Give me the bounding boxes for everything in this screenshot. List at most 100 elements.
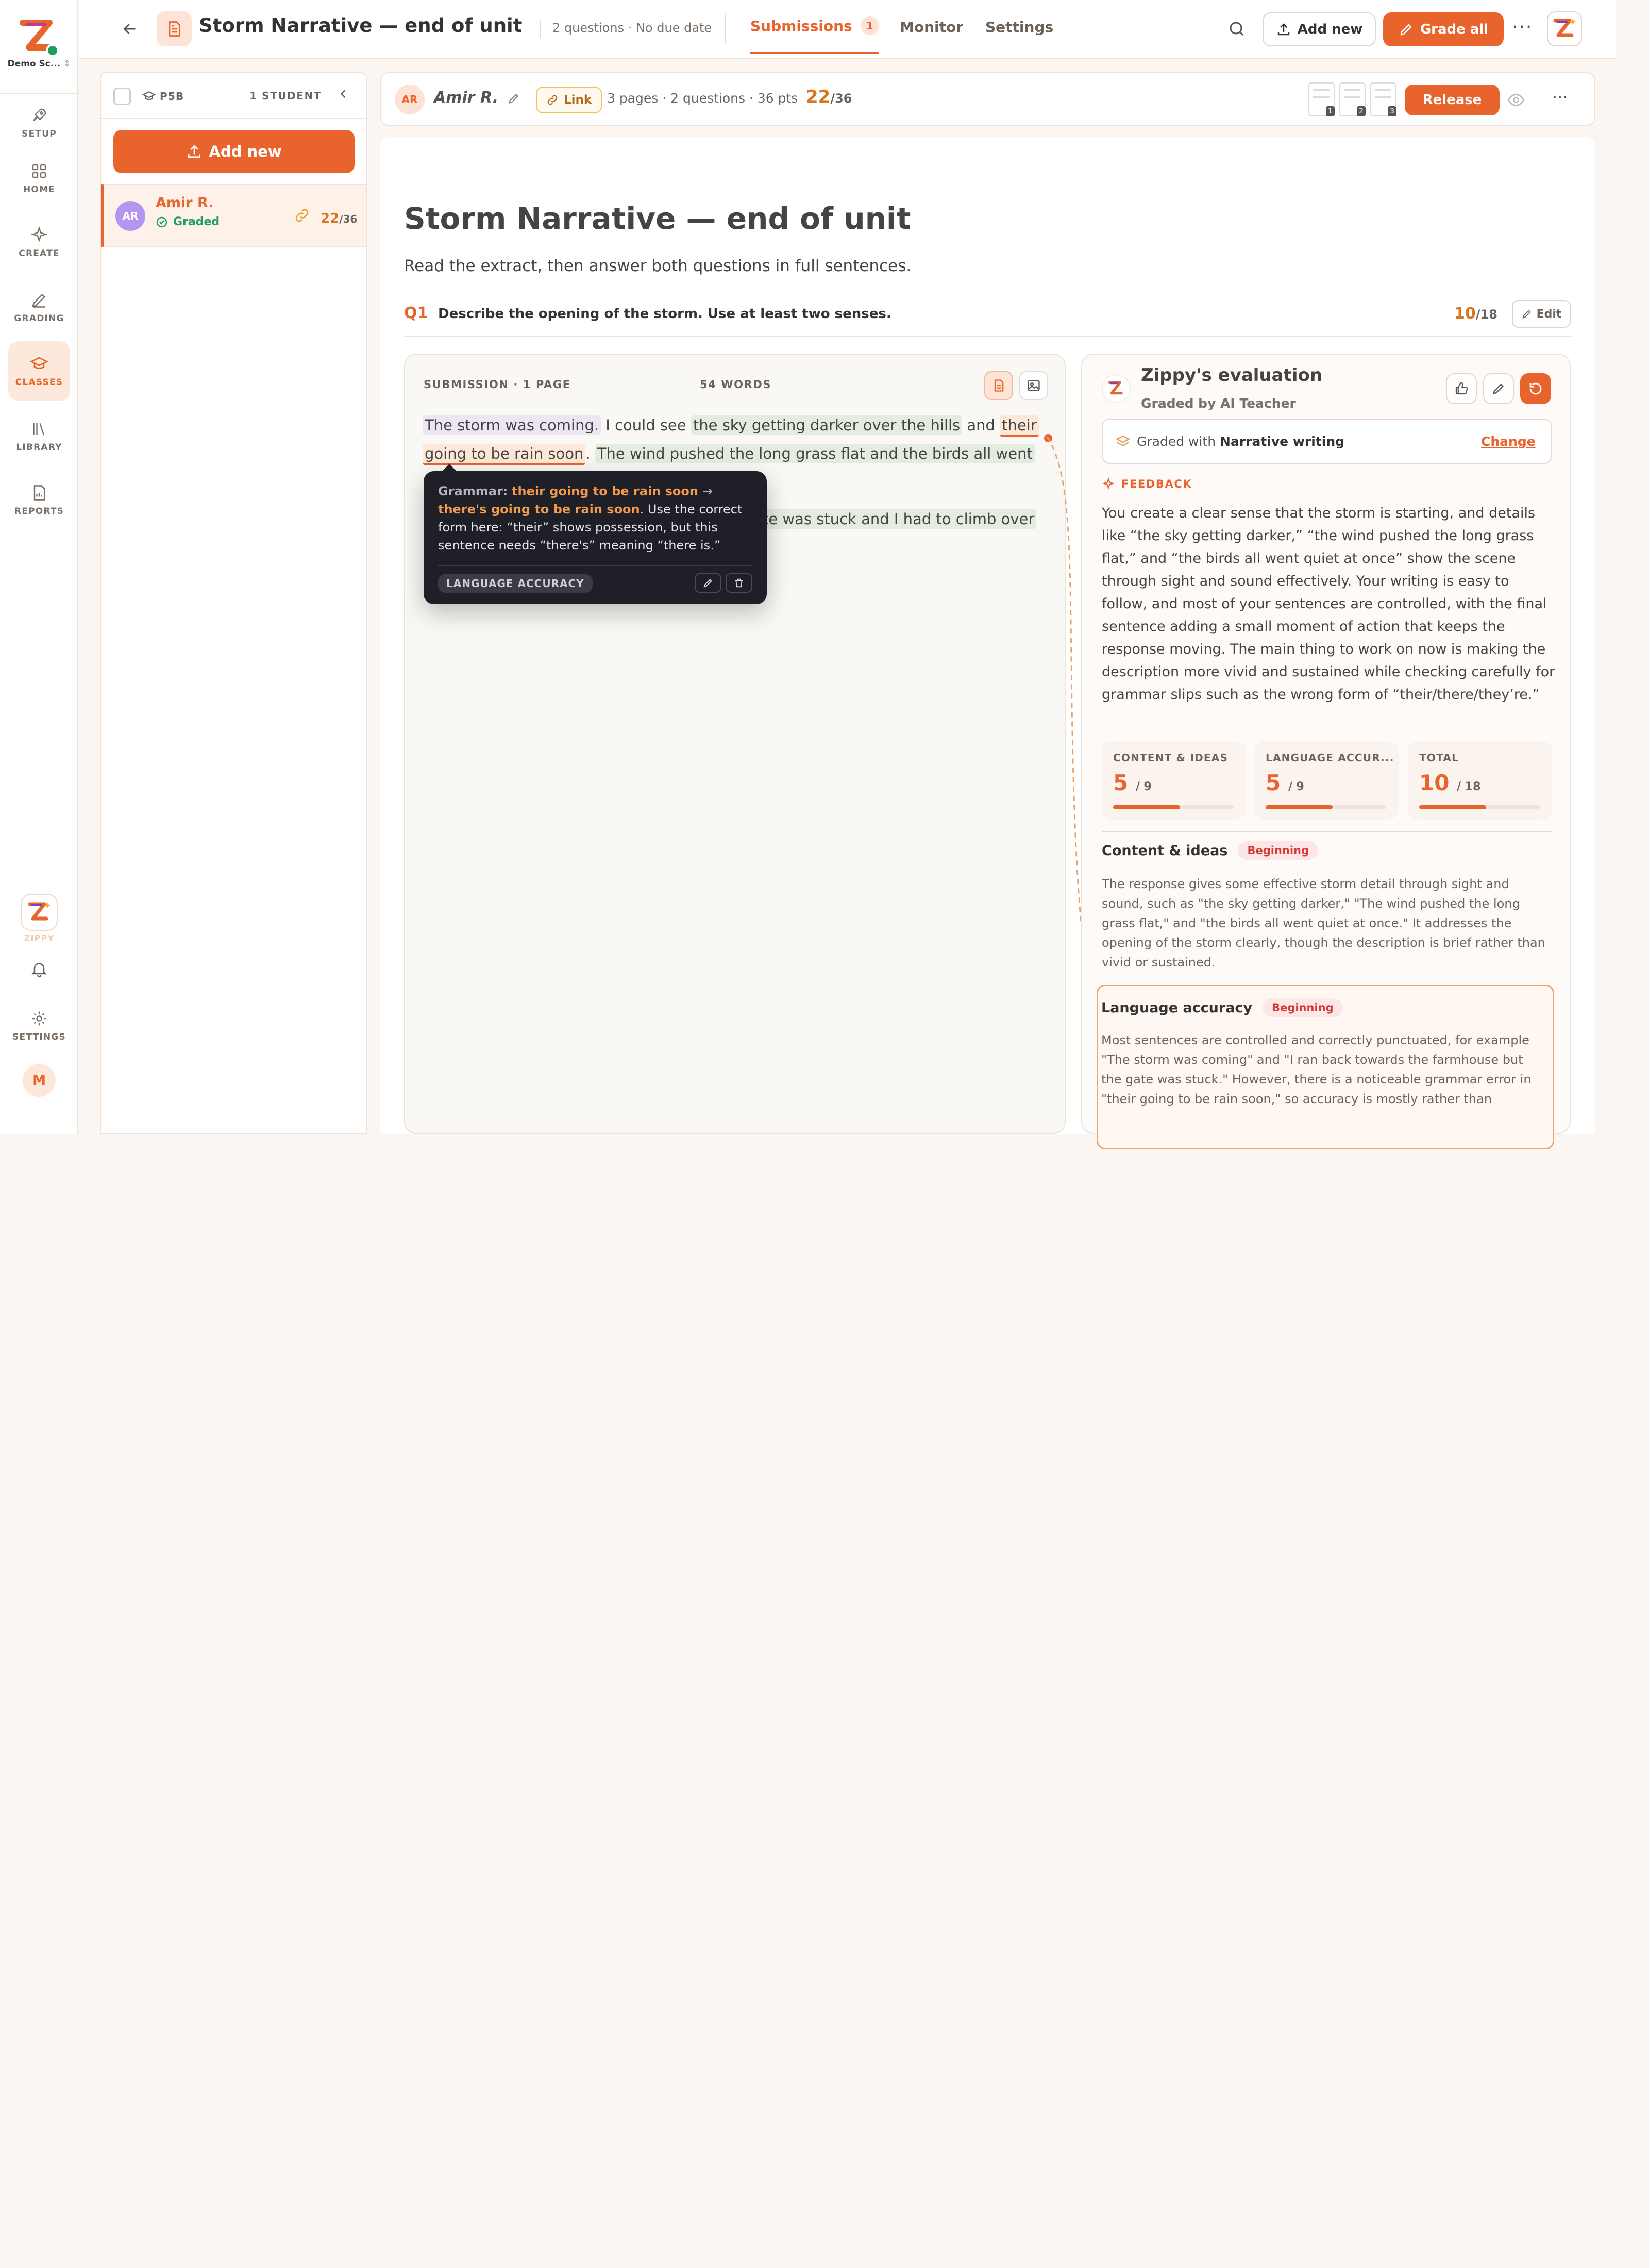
- plain-text: and: [967, 416, 995, 434]
- rail-item-reports[interactable]: REPORTS: [8, 470, 70, 530]
- student-count: 1 STUDENT: [249, 90, 322, 102]
- rail-item-classes[interactable]: CLASSES: [8, 341, 70, 401]
- books-icon: [33, 423, 45, 436]
- rail-label: REPORTS: [14, 506, 64, 516]
- highlight-sense[interactable]: The wind pushed the long grass flat and …: [595, 444, 1035, 463]
- graduation-cap-icon: [30, 357, 48, 369]
- submission-count-badge: 1: [860, 16, 879, 35]
- document-instructions: Read the extract, then answer both quest…: [404, 257, 912, 275]
- more-options-icon[interactable]: ···: [1552, 88, 1568, 107]
- pen-icon: [703, 579, 712, 588]
- criterion-card-highlighted[interactable]: Language accuracy Beginning Most sentenc…: [1097, 985, 1554, 1149]
- score-value: 10: [1454, 305, 1476, 323]
- select-all-checkbox[interactable]: [113, 88, 131, 105]
- button-label: Add new: [209, 143, 282, 160]
- more-options-icon[interactable]: ···: [1512, 16, 1533, 38]
- score-value: 10: [1419, 770, 1450, 795]
- class-name: P5B: [142, 90, 184, 103]
- regrade-button[interactable]: [1520, 373, 1551, 404]
- highlight-sense[interactable]: te was stuck and I had to climb over: [761, 509, 1037, 529]
- score-value: 22: [806, 87, 831, 107]
- link-label: Link: [564, 93, 592, 107]
- zippy-assistant-button[interactable]: [1547, 11, 1582, 46]
- word-count: 54 WORDS: [700, 378, 772, 391]
- tooltip-prefix: Grammar:: [438, 484, 508, 498]
- left-rail: Demo Sc... ⇕ SETUP HOME CREATE GRADING C…: [0, 0, 78, 1134]
- graded-status: Graded: [156, 215, 220, 228]
- rail-label: CLASSES: [15, 377, 63, 388]
- image-icon: [1028, 380, 1040, 391]
- zippy-button[interactable]: [21, 894, 58, 931]
- tooltip-arrow: →: [702, 484, 713, 498]
- rail-item-home[interactable]: HOME: [8, 148, 70, 208]
- student-avatar: AR: [395, 85, 425, 114]
- score-total: /36: [830, 91, 852, 106]
- pen-icon: [1400, 24, 1412, 36]
- edit-annotation-button[interactable]: [695, 573, 721, 593]
- add-new-button[interactable]: Add new: [1263, 12, 1376, 46]
- tooltip-correction: there's going to be rain soon: [438, 502, 640, 516]
- eye-icon[interactable]: [1507, 91, 1525, 109]
- rename-pencil-icon[interactable]: [507, 92, 520, 105]
- edit-evaluation-button[interactable]: [1483, 373, 1514, 404]
- page-thumbnail[interactable]: 2: [1339, 82, 1366, 116]
- student-row[interactable]: AR Amir R. Graded 22/36: [101, 184, 366, 247]
- evaluation-panel: Zippy's evaluation Graded by AI Teacher …: [1081, 354, 1571, 1149]
- search-icon[interactable]: [1227, 20, 1246, 38]
- page-thumbnail[interactable]: 1: [1308, 82, 1335, 116]
- tab-label: Settings: [985, 18, 1054, 36]
- text-view-toggle[interactable]: [984, 371, 1013, 400]
- change-rubric-link[interactable]: Change: [1481, 434, 1536, 449]
- edit-question-button[interactable]: Edit: [1512, 300, 1571, 328]
- rail-item-create[interactable]: CREATE: [8, 212, 70, 272]
- zippy-label: ZIPPY: [24, 933, 55, 943]
- tab-settings[interactable]: Settings: [985, 0, 1053, 54]
- pen-icon: [1493, 383, 1504, 394]
- image-view-toggle[interactable]: [1019, 371, 1048, 400]
- assignment-title: Storm Narrative — end of unit: [199, 14, 523, 37]
- rail-item-settings[interactable]: SETTINGS: [8, 1000, 70, 1052]
- highlight-sense[interactable]: the sky getting darker over the hills: [691, 415, 963, 435]
- add-student-button[interactable]: Add new: [113, 130, 355, 173]
- rail-item-library[interactable]: LIBRARY: [8, 406, 70, 466]
- class-label: P5B: [160, 90, 184, 103]
- score-bar: [1419, 805, 1540, 809]
- criterion-text: Most sentences are controlled and correc…: [1101, 1033, 1532, 1106]
- back-arrow-icon[interactable]: [121, 20, 139, 38]
- submission-score: 22/36: [806, 87, 852, 107]
- feedback-label: FEEDBACK: [1121, 478, 1192, 490]
- score-value: 22: [321, 211, 340, 226]
- evaluation-title: Zippy's evaluation: [1141, 365, 1323, 386]
- submission-toolbar: AR Amir R. Link 3 pages · 2 questions · …: [380, 72, 1595, 126]
- tab-submissions[interactable]: Submissions 1: [750, 0, 879, 54]
- highlight-content[interactable]: The storm was coming.: [423, 415, 601, 435]
- student-panel: P5B 1 STUDENT Add new AR Amir R. Graded …: [100, 72, 367, 1134]
- link-badge[interactable]: Link: [536, 87, 602, 113]
- zippy-logo-icon: [1108, 381, 1123, 395]
- user-avatar[interactable]: M: [23, 1064, 56, 1097]
- score-max: / 9: [1288, 780, 1304, 793]
- release-button[interactable]: Release: [1405, 85, 1500, 115]
- criterion-header: Content & ideas Beginning: [1102, 841, 1319, 860]
- check-circle-icon: [156, 216, 167, 227]
- app-logo-icon[interactable]: [16, 16, 62, 58]
- tab-monitor[interactable]: Monitor: [900, 0, 963, 54]
- tooltip-wrong-text: their going to be rain soon: [512, 484, 698, 498]
- grade-all-button[interactable]: Grade all: [1383, 12, 1504, 46]
- collapse-panel-icon[interactable]: [336, 87, 350, 101]
- rocket-icon: [33, 108, 46, 121]
- rail-item-grading[interactable]: GRADING: [8, 277, 70, 337]
- level-badge: Beginning: [1263, 998, 1343, 1017]
- rail-item-setup[interactable]: SETUP: [8, 93, 70, 153]
- delete-annotation-button[interactable]: [726, 573, 752, 593]
- pen-icon: [32, 293, 46, 308]
- bell-icon[interactable]: [30, 960, 48, 978]
- thumbs-up-button[interactable]: [1446, 373, 1477, 404]
- tab-label: Monitor: [900, 18, 964, 36]
- highlight-grammar-error[interactable]: going to be rain soon: [423, 444, 586, 465]
- score-card-value: 5 / 9: [1113, 770, 1152, 795]
- page-thumbnail[interactable]: 3: [1370, 82, 1396, 116]
- rail-label: SETUP: [22, 129, 57, 139]
- org-switcher[interactable]: Demo Sc... ⇕: [4, 59, 74, 69]
- button-label: Grade all: [1420, 22, 1489, 37]
